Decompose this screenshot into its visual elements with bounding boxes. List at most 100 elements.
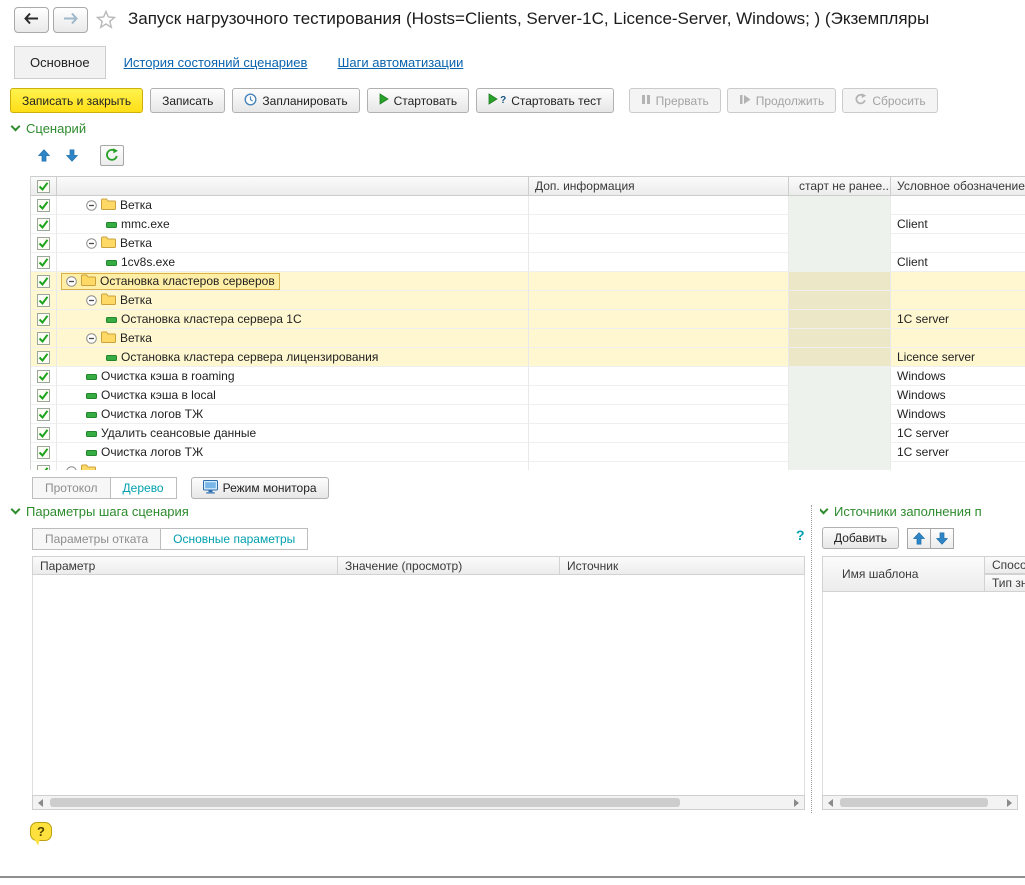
arrow-down-icon <box>66 149 78 162</box>
parameters-horizontal-scrollbar[interactable] <box>32 795 805 810</box>
start-button[interactable]: Стартовать <box>367 88 470 113</box>
tab-main[interactable]: Основное <box>14 46 106 79</box>
row-checkbox[interactable] <box>37 218 50 231</box>
expander-icon[interactable] <box>86 238 97 249</box>
expander-icon[interactable] <box>86 333 97 344</box>
table-row[interactable]: Ветка <box>31 196 1025 215</box>
expander-icon[interactable] <box>86 295 97 306</box>
param-column-header[interactable]: Параметр <box>32 556 338 575</box>
row-checkbox[interactable] <box>37 294 50 307</box>
cell-designation: Windows <box>891 367 1025 386</box>
table-row[interactable]: 1cv8s.exe Client <box>31 253 1025 272</box>
interrupt-button[interactable]: Прервать <box>629 88 721 113</box>
row-checkbox[interactable] <box>37 313 50 326</box>
scroll-left-icon[interactable] <box>823 796 838 809</box>
move-up-button[interactable] <box>907 528 931 549</box>
expander-icon[interactable] <box>66 276 77 287</box>
table-row[interactable]: Удалить сеансовые данные 1C server <box>31 424 1025 443</box>
row-checkbox[interactable] <box>37 237 50 250</box>
move-down-button[interactable] <box>930 528 954 549</box>
table-row[interactable]: Очистка логов ТЖ 1C server <box>31 443 1025 462</box>
table-row[interactable]: Очистка логов ТЖ Windows <box>31 405 1025 424</box>
table-row[interactable]: Очистка кэша в roaming Windows <box>31 367 1025 386</box>
add-button[interactable]: Добавить <box>822 527 899 549</box>
value-column-header[interactable]: Значение (просмотр) <box>338 556 560 575</box>
row-checkbox[interactable] <box>37 465 50 471</box>
help-bubble-icon[interactable]: ? <box>30 822 52 841</box>
template-name-column-header[interactable]: Имя шаблона <box>835 556 985 592</box>
rollback-parameters-tab[interactable]: Параметры отката <box>32 528 161 550</box>
source-column-header[interactable]: Источник <box>560 556 805 575</box>
row-check-cell <box>31 329 57 348</box>
tree-indent <box>57 243 81 244</box>
favorite-star-icon[interactable] <box>96 10 116 32</box>
back-button[interactable] <box>14 7 49 33</box>
refresh-button[interactable] <box>100 145 124 166</box>
move-down-button[interactable] <box>60 145 84 166</box>
save-and-close-button[interactable]: Записать и закрыть <box>10 88 143 113</box>
table-row[interactable]: Остановка кластера сервера лицензировани… <box>31 348 1025 367</box>
row-checkbox[interactable] <box>37 408 50 421</box>
name-column-header[interactable] <box>57 176 529 196</box>
parameters-table-header: Параметр Значение (просмотр) Источник <box>32 556 805 575</box>
fill-method-column-header[interactable]: Способ з <box>985 556 1025 574</box>
table-row[interactable]: Остановка кластеров серверов <box>31 272 1025 291</box>
cell-info <box>529 234 789 253</box>
move-up-button[interactable] <box>32 145 56 166</box>
table-row[interactable]: mmc.exe Client <box>31 215 1025 234</box>
table-row[interactable]: Ветка <box>31 234 1025 253</box>
tree-view-button[interactable]: Дерево <box>110 477 177 499</box>
cell-info <box>529 405 789 424</box>
scroll-left-icon[interactable] <box>33 796 48 809</box>
scroll-right-icon[interactable] <box>1002 796 1017 809</box>
fill-sources-horizontal-scrollbar[interactable] <box>822 795 1018 810</box>
table-row[interactable] <box>31 462 1025 470</box>
scrollbar-thumb[interactable] <box>50 798 680 807</box>
info-column-header[interactable]: Доп. информация <box>529 176 789 196</box>
table-row[interactable]: Остановка кластера сервера 1С 1C server <box>31 310 1025 329</box>
start-test-label: Стартовать тест <box>511 94 601 108</box>
step-parameters-title: Параметры шага сценария <box>26 504 189 519</box>
start-test-button[interactable]: ? Стартовать тест <box>476 88 614 113</box>
scenario-toolbar <box>32 144 124 166</box>
row-checkbox[interactable] <box>37 275 50 288</box>
table-row[interactable]: Ветка <box>31 291 1025 310</box>
row-checkbox[interactable] <box>37 332 50 345</box>
designation-column-header[interactable]: Условное обозначение ед <box>891 176 1025 196</box>
cell-start <box>789 367 891 386</box>
table-row[interactable]: Очистка кэша в local Windows <box>31 386 1025 405</box>
main-parameters-tab[interactable]: Основные параметры <box>160 528 308 550</box>
reset-button[interactable]: Сбросить <box>842 88 937 113</box>
tree-indent <box>57 262 101 263</box>
value-type-column-header[interactable]: Тип знач <box>985 574 1025 592</box>
row-checkbox[interactable] <box>37 370 50 383</box>
row-checkbox[interactable] <box>37 389 50 402</box>
help-icon[interactable]: ? <box>796 527 805 543</box>
expander-icon[interactable] <box>66 466 77 471</box>
tab-scenario-history[interactable]: История состояний сценариев <box>124 55 308 70</box>
monitor-mode-button[interactable]: Режим монитора <box>191 477 329 499</box>
table-row[interactable]: Ветка <box>31 329 1025 348</box>
forward-button[interactable] <box>53 7 88 33</box>
row-check-cell <box>31 215 57 234</box>
save-button[interactable]: Записать <box>150 88 225 113</box>
tab-automation-steps[interactable]: Шаги автоматизации <box>337 55 463 70</box>
fill-sources-section-header[interactable]: Источники заполнения п <box>820 504 982 519</box>
row-checkbox[interactable] <box>37 256 50 269</box>
step-parameters-section-header[interactable]: Параметры шага сценария <box>12 504 189 519</box>
schedule-button[interactable]: Запланировать <box>232 88 359 113</box>
protocol-view-button[interactable]: Протокол <box>32 477 111 499</box>
panel-splitter[interactable] <box>811 505 812 813</box>
row-checkbox[interactable] <box>37 446 50 459</box>
scenario-section-header[interactable]: Сценарий <box>12 121 86 136</box>
row-checkbox[interactable] <box>37 199 50 212</box>
check-all-header[interactable] <box>31 176 57 196</box>
scroll-right-icon[interactable] <box>789 796 804 809</box>
row-checkbox[interactable] <box>37 427 50 440</box>
node-box: Очистка логов ТЖ <box>81 406 208 423</box>
scrollbar-thumb[interactable] <box>840 798 988 807</box>
start-column-header[interactable]: старт не ранее... <box>789 176 891 196</box>
resume-button[interactable]: Продолжить <box>727 88 837 113</box>
row-checkbox[interactable] <box>37 351 50 364</box>
expander-icon[interactable] <box>86 200 97 211</box>
